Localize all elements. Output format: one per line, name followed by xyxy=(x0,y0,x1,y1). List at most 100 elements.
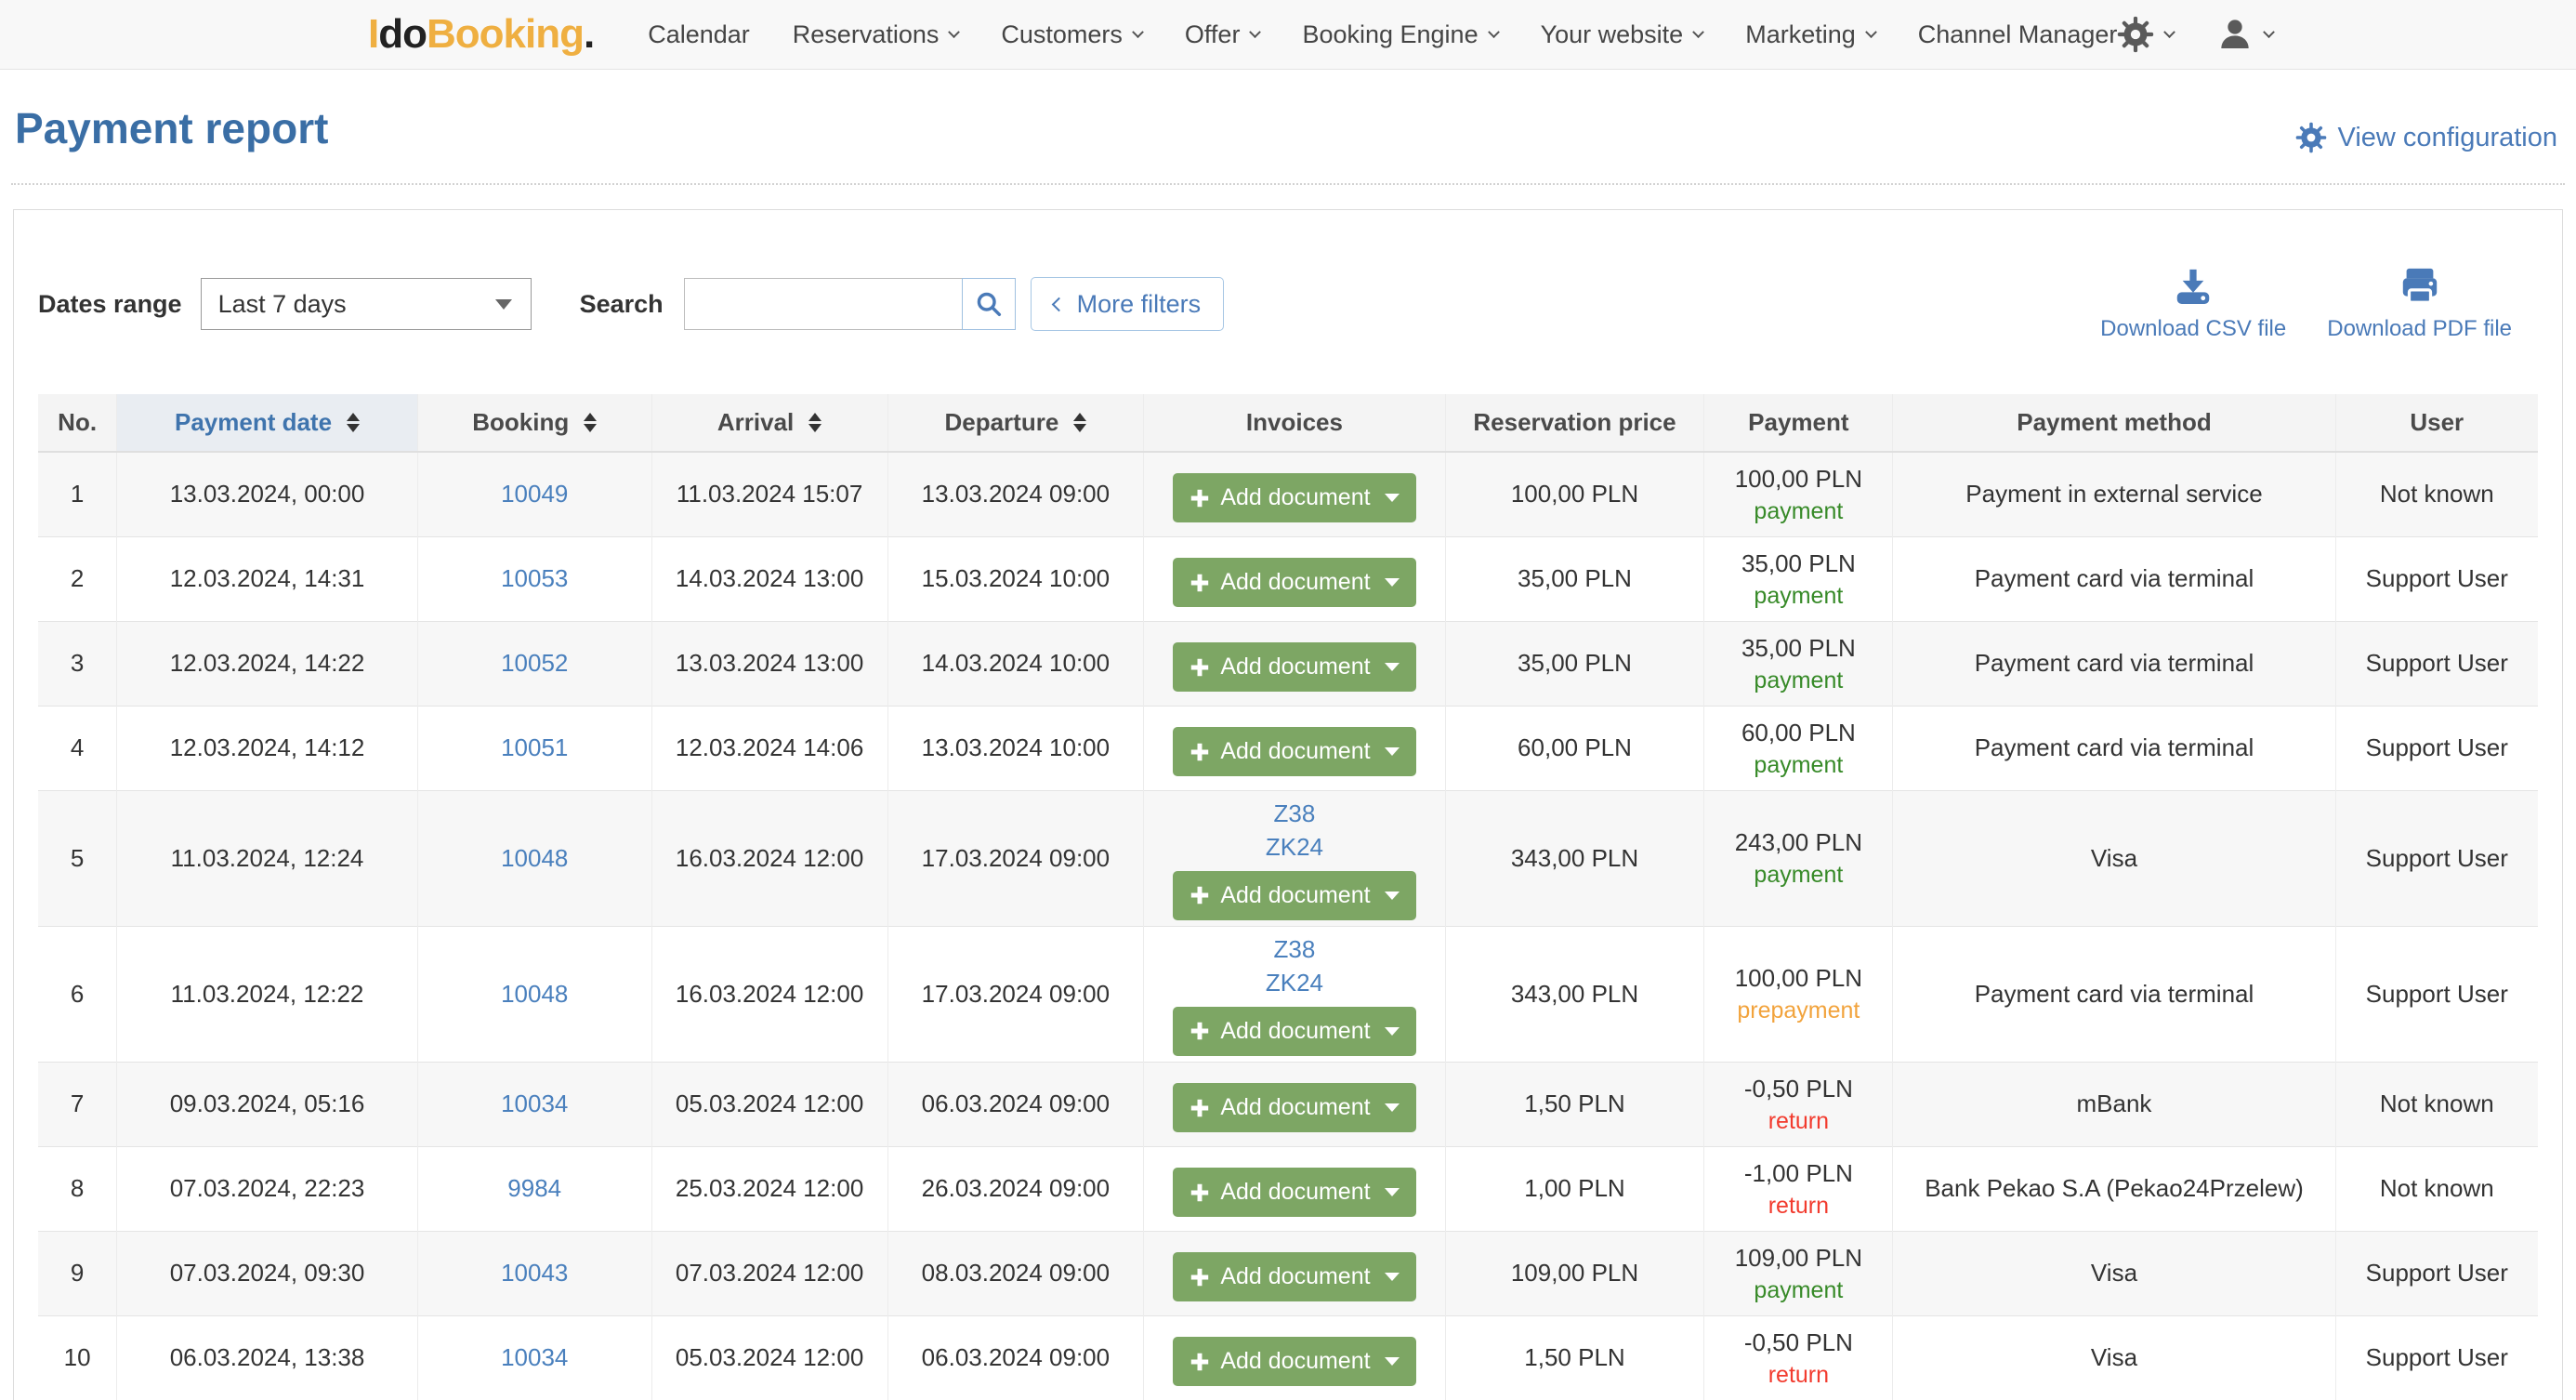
booking-link[interactable]: 10052 xyxy=(501,649,568,677)
cell-payment-date: 07.03.2024, 22:23 xyxy=(117,1146,418,1231)
add-document-label: Add document xyxy=(1220,1179,1370,1206)
invoice-link[interactable]: ZK24 xyxy=(1151,830,1437,864)
app-logo[interactable]: IdoBooking. xyxy=(368,11,594,58)
booking-link[interactable]: 10048 xyxy=(501,980,568,1008)
payment-status: return xyxy=(1712,1190,1885,1222)
booking-link[interactable]: 10034 xyxy=(501,1343,568,1371)
payment-status: prepayment xyxy=(1712,995,1885,1026)
booking-link[interactable]: 10053 xyxy=(501,564,568,592)
cell-user: Support User xyxy=(2335,790,2538,926)
download-pdf-button[interactable]: Download PDF file xyxy=(2327,266,2512,342)
cell-invoices: Add document xyxy=(1144,1315,1445,1400)
cell-arrival: 05.03.2024 12:00 xyxy=(651,1062,887,1146)
invoice-link[interactable]: Z38 xyxy=(1151,797,1437,830)
cell-payment-date: 12.03.2024, 14:22 xyxy=(117,621,418,706)
invoice-link[interactable]: ZK24 xyxy=(1151,966,1437,999)
search-button[interactable] xyxy=(962,278,1016,330)
add-document-label: Add document xyxy=(1220,1348,1370,1375)
cell-arrival: 13.03.2024 13:00 xyxy=(651,621,887,706)
nav-item-marketing[interactable]: Marketing xyxy=(1745,20,1875,49)
payment-table-body: 113.03.2024, 00:001004911.03.2024 15:071… xyxy=(38,452,2538,1400)
cell-payment-date: 13.03.2024, 00:00 xyxy=(117,452,418,536)
add-document-button[interactable]: Add document xyxy=(1173,1252,1415,1301)
cell-booking: 10049 xyxy=(417,452,651,536)
nav-item-channel-manager[interactable]: Channel Manager xyxy=(1918,20,2118,49)
top-navbar: IdoBooking. Calendar Reservations Customer… xyxy=(0,0,2576,70)
nav-item-offer[interactable]: Offer xyxy=(1185,20,1260,49)
booking-link[interactable]: 10043 xyxy=(501,1259,568,1287)
add-document-button[interactable]: Add document xyxy=(1173,1007,1415,1056)
add-document-label: Add document xyxy=(1220,1094,1370,1121)
dates-range-select[interactable]: Last 7 days xyxy=(201,278,532,330)
nav-right xyxy=(2117,16,2273,53)
cell-payment-date: 07.03.2024, 09:30 xyxy=(117,1231,418,1315)
cell-booking: 10053 xyxy=(417,536,651,621)
more-filters-label: More filters xyxy=(1077,290,1202,319)
view-configuration-link[interactable]: View configuration xyxy=(2295,122,2557,153)
cell-no: 4 xyxy=(38,706,117,790)
nav-item-your-website[interactable]: Your website xyxy=(1541,20,1703,49)
cell-payment-method: Payment card via terminal xyxy=(1893,621,2335,706)
chevron-down-icon xyxy=(2164,26,2176,38)
add-document-button[interactable]: Add document xyxy=(1173,1168,1415,1217)
cell-reservation-price: 343,00 PLN xyxy=(1445,926,1704,1062)
booking-link[interactable]: 10051 xyxy=(501,733,568,761)
cell-user: Support User xyxy=(2335,926,2538,1062)
logo-part: do xyxy=(378,11,427,57)
download-csv-button[interactable]: Download CSV file xyxy=(2100,266,2286,342)
cell-payment-date: 06.03.2024, 13:38 xyxy=(117,1315,418,1400)
more-filters-button[interactable]: More filters xyxy=(1031,277,1225,331)
add-document-button[interactable]: Add document xyxy=(1173,1083,1415,1132)
booking-link[interactable]: 9984 xyxy=(507,1174,561,1202)
cell-no: 9 xyxy=(38,1231,117,1315)
add-document-label: Add document xyxy=(1220,569,1370,596)
cell-invoices: Z38ZK24 Add document xyxy=(1144,926,1445,1062)
table-row: 412.03.2024, 14:121005112.03.2024 14:061… xyxy=(38,706,2538,790)
nav-item-reservations[interactable]: Reservations xyxy=(793,20,959,49)
cell-no: 3 xyxy=(38,621,117,706)
add-document-button[interactable]: Add document xyxy=(1173,1337,1415,1386)
cell-arrival: 14.03.2024 13:00 xyxy=(651,536,887,621)
col-header-payment: Payment xyxy=(1704,394,1893,452)
nav-item-customers[interactable]: Customers xyxy=(1001,20,1142,49)
col-header-departure[interactable]: Departure xyxy=(887,394,1144,452)
settings-menu[interactable] xyxy=(2117,16,2174,53)
cell-user: Support User xyxy=(2335,1315,2538,1400)
account-menu[interactable] xyxy=(2216,16,2273,53)
cell-reservation-price: 100,00 PLN xyxy=(1445,452,1704,536)
cell-departure: 06.03.2024 09:00 xyxy=(887,1315,1144,1400)
col-header-payment-date[interactable]: Payment date xyxy=(117,394,418,452)
cell-user: Not known xyxy=(2335,1062,2538,1146)
add-document-button[interactable]: Add document xyxy=(1173,871,1415,920)
caret-down-icon xyxy=(1385,1103,1400,1112)
col-header-booking[interactable]: Booking xyxy=(417,394,651,452)
cell-user: Support User xyxy=(2335,1231,2538,1315)
cell-payment-method: mBank xyxy=(1893,1062,2335,1146)
page-header: Payment report View configuration xyxy=(0,70,2576,153)
add-document-button[interactable]: Add document xyxy=(1173,727,1415,776)
col-header-invoices: Invoices xyxy=(1144,394,1445,452)
invoice-link[interactable]: Z38 xyxy=(1151,932,1437,966)
add-document-button[interactable]: Add document xyxy=(1173,473,1415,522)
cell-invoices: Z38ZK24 Add document xyxy=(1144,790,1445,926)
cell-payment-method: Payment card via terminal xyxy=(1893,536,2335,621)
cell-arrival: 25.03.2024 12:00 xyxy=(651,1146,887,1231)
search-input[interactable] xyxy=(684,278,963,330)
payment-status: return xyxy=(1712,1105,1885,1137)
add-document-button[interactable]: Add document xyxy=(1173,642,1415,692)
nav-item-booking-engine[interactable]: Booking Engine xyxy=(1302,20,1497,49)
logo-part: I xyxy=(368,11,378,57)
booking-link[interactable]: 10049 xyxy=(501,480,568,508)
cell-no: 7 xyxy=(38,1062,117,1146)
cell-user: Not known xyxy=(2335,1146,2538,1231)
cell-user: Support User xyxy=(2335,621,2538,706)
nav-item-calendar[interactable]: Calendar xyxy=(648,20,750,49)
add-document-button[interactable]: Add document xyxy=(1173,558,1415,607)
booking-link[interactable]: 10048 xyxy=(501,844,568,872)
booking-link[interactable]: 10034 xyxy=(501,1090,568,1117)
cell-arrival: 11.03.2024 15:07 xyxy=(651,452,887,536)
cell-payment: 100,00 PLNprepayment xyxy=(1704,926,1893,1062)
caret-down-icon xyxy=(1385,747,1400,756)
chevron-down-icon xyxy=(1250,26,1262,38)
col-header-arrival[interactable]: Arrival xyxy=(651,394,887,452)
